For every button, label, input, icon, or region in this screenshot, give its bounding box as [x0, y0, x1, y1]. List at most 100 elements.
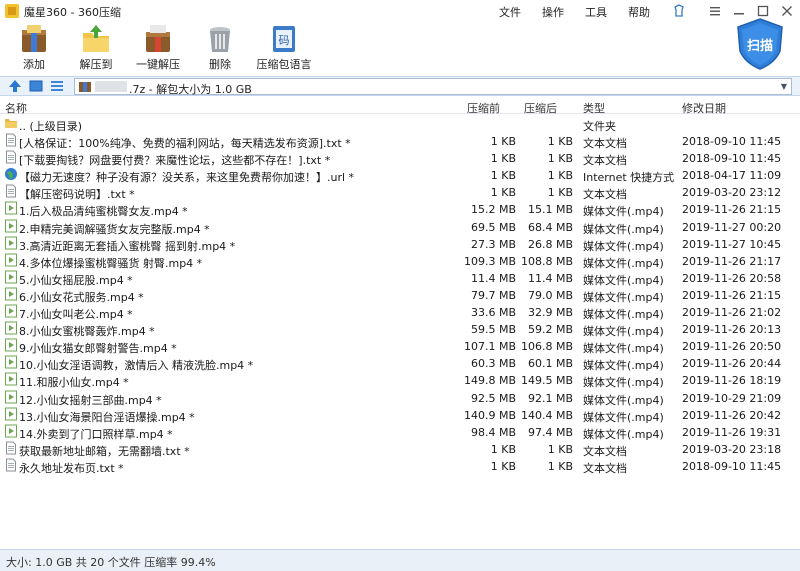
trash-icon: [210, 27, 230, 52]
file-compressed-size: 109.3 MB: [463, 254, 516, 268]
video-file-icon: [4, 390, 18, 404]
one-click-extract-button[interactable]: 一键解压: [132, 22, 184, 74]
video-file-icon: [4, 407, 18, 421]
file-compressed-size: 69.5 MB: [470, 220, 516, 234]
table-row[interactable]: 13.小仙女海景阳台淫语爆操.mp4 * 140.9 MB 140.4 MB 媒体文件…: [0, 406, 800, 424]
column-modified[interactable]: 修改日期: [682, 100, 726, 116]
status-text: 大小: 1.0 GB 共 20 个文件 压缩率 99.4%: [6, 556, 216, 569]
file-compressed-size: 1 KB: [490, 442, 516, 456]
file-modified-date: 2019-10-29 21:09: [682, 391, 782, 405]
zip-language-button[interactable]: 码 压缩包语言: [252, 22, 316, 74]
column-type[interactable]: 类型: [583, 100, 605, 116]
file-original-size: 60.1 MB: [527, 357, 573, 371]
one-click-extract-icon: [146, 25, 170, 52]
file-compressed-size: 1 KB: [490, 459, 516, 473]
file-name: 永久地址发布页.txt *: [19, 461, 124, 475]
file-original-size: 1 KB: [547, 186, 573, 200]
menu-tools[interactable]: 工具: [585, 4, 607, 20]
table-row[interactable]: 4.多体位爆操蜜桃臀骚货 射臀.mp4 * 109.3 MB 108.8 MB 媒体文…: [0, 252, 800, 270]
video-file-icon: [4, 304, 18, 318]
title-bar: 魔星360 - 360压缩 文件 操作 工具 帮助: [0, 0, 800, 22]
table-row[interactable]: [下载要掏钱？网盘要付费？来魔性论坛，这些都不存在！].txt * 1 KB 1 K…: [0, 149, 800, 167]
file-modified-date: 2019-11-26 20:42: [682, 408, 782, 422]
table-row[interactable]: 3.高清近距离无套插入蜜桃臀 摇到射.mp4 * 27.3 MB 26.8 MB 媒体…: [0, 235, 800, 253]
file-original-size: 15.1 MB: [527, 203, 573, 217]
table-row[interactable]: 8.小仙女蜜桃臀轰炸.mp4 * 59.5 MB 59.2 MB 媒体文件(.mp4)…: [0, 320, 800, 338]
thumbnail-view-icon[interactable]: [29, 79, 43, 93]
up-arrow-icon[interactable]: [8, 79, 22, 93]
table-row[interactable]: 6.小仙女花式服务.mp4 * 79.7 MB 79.0 MB 媒体文件(.mp4) 2…: [0, 286, 800, 304]
table-row[interactable]: 5.小仙女摇屁股.mp4 * 11.4 MB 11.4 MB 媒体文件(.mp4) 20…: [0, 269, 800, 287]
text-file-icon: [4, 150, 18, 164]
menu-operate[interactable]: 操作: [542, 4, 564, 20]
video-file-icon: [4, 287, 18, 301]
add-button[interactable]: 添加: [12, 22, 56, 74]
delete-button[interactable]: 删除: [198, 22, 242, 74]
column-compressed[interactable]: 压缩前: [467, 100, 500, 116]
table-row[interactable]: 【解压密码说明】.txt * 1 KB 1 KB 文本文档 2019-03-20 23:…: [0, 183, 800, 201]
file-compressed-size: 140.9 MB: [463, 408, 516, 422]
one-click-extract-label: 一键解压: [136, 58, 180, 71]
video-file-icon: [4, 372, 18, 386]
file-modified-date: 2018-09-10 11:45: [682, 152, 782, 166]
file-compressed-size: 1 KB: [490, 186, 516, 200]
extract-to-button[interactable]: 解压到: [74, 22, 118, 74]
table-row[interactable]: .. (上级目录) 文件夹: [0, 115, 800, 133]
table-row[interactable]: 获取最新地址邮箱，无需翻墙.txt * 1 KB 1 KB 文本文档 2019-03-2…: [0, 440, 800, 458]
file-modified-date: 2019-11-27 00:20: [682, 220, 782, 234]
skin-icon[interactable]: [670, 3, 688, 19]
menu-icon[interactable]: [706, 3, 724, 19]
video-file-icon: [4, 201, 18, 215]
address-bar: .7z - 解包大小为 1.0 GB ▼: [0, 76, 800, 96]
table-row[interactable]: 14.外卖到了门口照样草.mp4 * 98.4 MB 97.4 MB 媒体文件(.mp…: [0, 423, 800, 441]
table-row[interactable]: [人格保证：100%纯净、免费的福利网站，每天精选发布资源].txt * 1 KB…: [0, 132, 800, 150]
file-original-size: 1 KB: [547, 135, 573, 149]
add-archive-icon: [22, 25, 46, 52]
table-row[interactable]: 【磁力无速度？种子没有源？没关系，来这里免费帮你加速！】.url * 1 KB 1 …: [0, 166, 800, 184]
file-compressed-size: 1 KB: [490, 152, 516, 166]
list-header: 名称 压缩前 压缩后 类型 修改日期: [0, 97, 800, 116]
table-row[interactable]: 永久地址发布页.txt * 1 KB 1 KB 文本文档 2018-09-10 11:4…: [0, 457, 800, 475]
file-list: .. (上级目录) 文件夹 [人格保证：100%纯净、免费的福利网站，每天精选发布资…: [0, 115, 800, 475]
file-modified-date: 2019-11-27 10:45: [682, 237, 782, 251]
table-row[interactable]: 10.小仙女淫语调教，激情后入 精液洗脸.mp4 * 60.3 MB 60.1 MB…: [0, 354, 800, 372]
table-row[interactable]: 2.申精完美调解骚货女友完整版.mp4 * 69.5 MB 68.4 MB 媒体文件(…: [0, 218, 800, 236]
file-original-size: 1 KB: [547, 459, 573, 473]
file-modified-date: 2019-11-26 20:58: [682, 271, 782, 285]
scan-button[interactable]: 扫描: [735, 17, 785, 71]
file-original-size: 26.8 MB: [527, 237, 573, 251]
address-field[interactable]: .7z - 解包大小为 1.0 GB ▼: [74, 78, 792, 96]
table-row[interactable]: 11.和服小仙女.mp4 * 149.8 MB 149.5 MB 媒体文件(.mp4)…: [0, 371, 800, 389]
file-compressed-size: 33.6 MB: [470, 306, 516, 320]
chevron-down-icon[interactable]: ▼: [777, 79, 791, 94]
file-compressed-size: 27.3 MB: [470, 237, 516, 251]
file-compressed-size: 60.3 MB: [470, 357, 516, 371]
window-title: 魔星360 - 360压缩: [24, 6, 121, 19]
video-file-icon: [4, 355, 18, 369]
menu-help[interactable]: 帮助: [628, 4, 650, 20]
column-original[interactable]: 压缩后: [524, 100, 557, 116]
file-original-size: 108.8 MB: [520, 254, 573, 268]
file-original-size: 106.8 MB: [520, 340, 573, 354]
file-compressed-size: 59.5 MB: [470, 323, 516, 337]
text-file-icon: [4, 184, 18, 198]
menu-file[interactable]: 文件: [499, 4, 521, 20]
table-row[interactable]: 9.小仙女猫女郎臀射警告.mp4 * 107.1 MB 106.8 MB 媒体文件(.…: [0, 337, 800, 355]
app-icon: [5, 4, 19, 18]
column-name[interactable]: 名称: [5, 100, 27, 116]
file-modified-date: 2019-11-26 21:15: [682, 288, 782, 302]
extract-folder-icon: [83, 25, 109, 52]
file-modified-date: 2019-11-26 20:13: [682, 323, 782, 337]
table-row[interactable]: 12.小仙女摇射三部曲.mp4 * 92.5 MB 92.1 MB 媒体文件(.mp4…: [0, 389, 800, 407]
language-code-icon: 码: [273, 26, 295, 52]
file-original-size: 68.4 MB: [527, 220, 573, 234]
table-row[interactable]: 1.后入极品清纯蜜桃臀女友.mp4 * 15.2 MB 15.1 MB 媒体文件(.m…: [0, 200, 800, 218]
file-original-size: 92.1 MB: [527, 391, 573, 405]
file-modified-date: 2019-11-26 19:31: [682, 425, 782, 439]
status-bar: 大小: 1.0 GB 共 20 个文件 压缩率 99.4%: [0, 549, 800, 571]
file-type: 文本文档: [583, 461, 627, 475]
list-view-icon[interactable]: [50, 79, 64, 93]
table-row[interactable]: 7.小仙女叫老公.mp4 * 33.6 MB 32.9 MB 媒体文件(.mp4) 20…: [0, 303, 800, 321]
file-compressed-size: 149.8 MB: [463, 374, 516, 388]
file-original-size: 32.9 MB: [527, 306, 573, 320]
